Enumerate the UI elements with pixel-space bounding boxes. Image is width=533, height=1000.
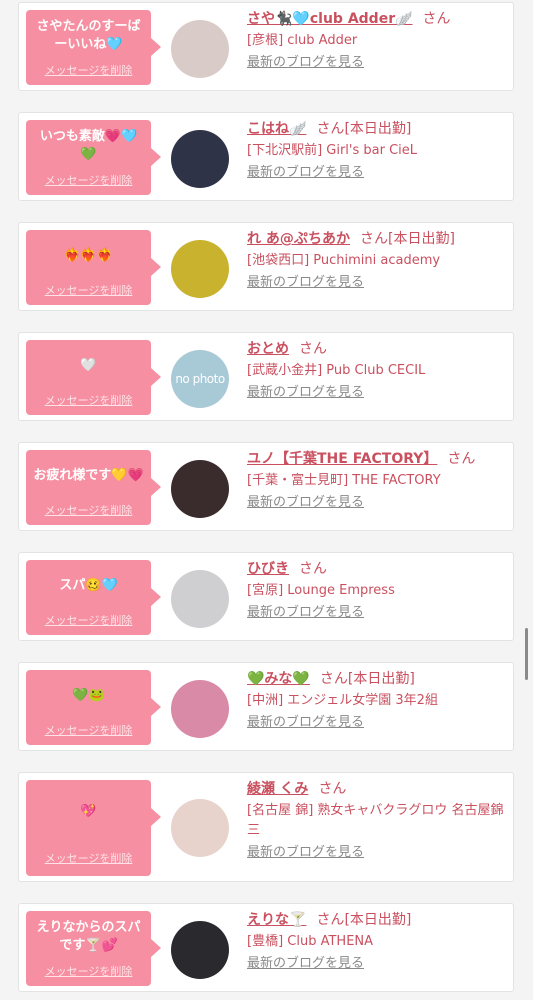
message-text: 💚🐸 (72, 688, 105, 703)
latest-blog-link[interactable]: 最新のブログを見る (247, 53, 364, 73)
delete-message-link[interactable]: メッセージを削除 (26, 722, 151, 738)
avatar[interactable] (171, 240, 229, 298)
avatar[interactable] (171, 130, 229, 188)
message-bubble: えりなからのスパです🍸💕 メッセージを削除 (26, 911, 161, 986)
honorific: さん (422, 11, 451, 27)
shop-label: [武蔵小金井] Pub Club CECIL (247, 363, 426, 378)
latest-blog-link[interactable]: 最新のブログを見る (247, 843, 364, 863)
avatar[interactable] (171, 460, 229, 518)
message-text: さやたんのすーばーいいね🩵 (36, 19, 141, 52)
message-bubble: 💚🐸 メッセージを削除 (26, 670, 161, 745)
message-text: いつも素敵💗🩵💚 (39, 129, 138, 162)
shop-label: [豊橋] Club ATHENA (247, 934, 374, 949)
message-bubble: 🤍 メッセージを削除 (26, 340, 161, 415)
message-list: さやたんのすーばーいいね🩵 メッセージを削除 さや🐈‍⬛🩵club Adder🪽… (0, 0, 533, 1000)
cast-name-link[interactable]: ユノ【千葉THE FACTORY】 (247, 451, 437, 467)
shop-label: [名古屋 錦] 熟女キャバクラグロウ 名古屋錦三 (247, 803, 504, 838)
list-item: スパ🥴🩵 メッセージを削除 ひびき さん [宮原] Lounge Empress … (18, 552, 514, 641)
avatar[interactable] (171, 680, 229, 738)
cast-name-link[interactable]: ひびき (247, 561, 289, 577)
cast-name-link[interactable]: 綾瀬 くみ (247, 781, 308, 797)
cast-name-link[interactable]: 💚みな💚 (247, 671, 310, 687)
shop-label: [池袋西口] Puchimini academy (247, 253, 441, 268)
list-item: 💖 メッセージを削除 綾瀬 くみ さん [名古屋 錦] 熟女キャバクラグロウ 名古… (18, 772, 514, 882)
honorific: さん (299, 561, 327, 577)
scrollbar[interactable] (525, 628, 528, 680)
latest-blog-link[interactable]: 最新のブログを見る (247, 603, 364, 623)
delete-message-link[interactable]: メッセージを削除 (26, 502, 151, 518)
message-text: えりなからのスパです🍸💕 (36, 920, 141, 953)
message-bubble: いつも素敵💗🩵💚 メッセージを削除 (26, 120, 161, 195)
honorific: さん (316, 121, 345, 137)
message-bubble: スパ🥴🩵 メッセージを削除 (26, 560, 161, 635)
message-bubble: さやたんのすーばーいいね🩵 メッセージを削除 (26, 10, 161, 85)
honorific: さん (319, 671, 348, 687)
delete-message-link[interactable]: メッセージを削除 (26, 850, 151, 866)
cast-name-link[interactable]: さや🐈‍⬛🩵club Adder🪽 (247, 11, 413, 27)
shop-label: [中洲] エンジェル女学園 3年2組 (247, 693, 438, 708)
message-bubble: 💖 メッセージを削除 (26, 780, 161, 876)
message-text: 🤍 (80, 358, 97, 373)
avatar-no-photo[interactable]: no photo (171, 350, 229, 408)
delete-message-link[interactable]: メッセージを削除 (26, 612, 151, 628)
cast-name-link[interactable]: れ あ@ぷちあか (247, 231, 350, 247)
cast-name-link[interactable]: こはね🪽 (247, 121, 306, 137)
honorific: さん (299, 341, 327, 357)
honorific: さん (447, 451, 476, 467)
latest-blog-link[interactable]: 最新のブログを見る (247, 713, 364, 733)
honorific: さん (316, 912, 345, 928)
list-item: いつも素敵💗🩵💚 メッセージを削除 こはね🪽 さん[本日出勤] [下北沢駅前] G… (18, 112, 514, 201)
latest-blog-link[interactable]: 最新のブログを見る (247, 383, 364, 403)
avatar[interactable] (171, 921, 229, 979)
shop-label: [彦根] club Adder (247, 33, 358, 48)
latest-blog-link[interactable]: 最新のブログを見る (247, 493, 364, 513)
list-item: ❤️‍🔥❤️‍🔥❤️‍🔥 メッセージを削除 れ あ@ぷちあか さん[本日出勤] [… (18, 222, 514, 311)
message-text: お疲れ様です💛💗 (33, 468, 144, 483)
delete-message-link[interactable]: メッセージを削除 (26, 282, 151, 298)
cast-name-link[interactable]: えりな🍸 (247, 912, 306, 928)
latest-blog-link[interactable]: 最新のブログを見る (247, 273, 364, 293)
avatar[interactable] (171, 20, 229, 78)
list-item: 🤍 メッセージを削除 no photo おとめ さん [武蔵小金井] Pub Cl… (18, 332, 514, 421)
duty-badge: [本日出勤] (347, 671, 415, 687)
latest-blog-link[interactable]: 最新のブログを見る (247, 163, 364, 183)
latest-blog-link[interactable]: 最新のブログを見る (247, 954, 364, 974)
delete-message-link[interactable]: メッセージを削除 (26, 963, 151, 979)
list-item: お疲れ様です💛💗 メッセージを削除 ユノ【千葉THE FACTORY】 さん [千… (18, 442, 514, 531)
delete-message-link[interactable]: メッセージを削除 (26, 172, 151, 188)
shop-label: [千葉・富士見町] THE FACTORY (247, 473, 441, 488)
list-item: 💚🐸 メッセージを削除 💚みな💚 さん[本日出勤] [中洲] エンジェル女学園 3… (18, 662, 514, 751)
message-bubble: ❤️‍🔥❤️‍🔥❤️‍🔥 メッセージを削除 (26, 230, 161, 305)
shop-label: [下北沢駅前] Girl's bar CieL (247, 143, 418, 158)
avatar[interactable] (171, 570, 229, 628)
list-item: さやたんのすーばーいいね🩵 メッセージを削除 さや🐈‍⬛🩵club Adder🪽… (18, 2, 514, 91)
duty-badge: [本日出勤] (344, 121, 412, 137)
cast-name-link[interactable]: おとめ (247, 341, 289, 357)
honorific: さん (360, 231, 389, 247)
delete-message-link[interactable]: メッセージを削除 (26, 62, 151, 78)
avatar[interactable] (171, 799, 229, 857)
delete-message-link[interactable]: メッセージを削除 (26, 392, 151, 408)
duty-badge: [本日出勤] (344, 912, 412, 928)
message-text: スパ🥴🩵 (59, 578, 118, 593)
message-text: 💖 (80, 804, 97, 819)
shop-label: [宮原] Lounge Empress (247, 583, 395, 598)
list-item: えりなからのスパです🍸💕 メッセージを削除 えりな🍸 さん[本日出勤] [豊橋] … (18, 903, 514, 992)
message-text: ❤️‍🔥❤️‍🔥❤️‍🔥 (64, 248, 113, 263)
duty-badge: [本日出勤] (388, 231, 455, 247)
message-bubble: お疲れ様です💛💗 メッセージを削除 (26, 450, 161, 525)
honorific: さん (318, 781, 347, 797)
